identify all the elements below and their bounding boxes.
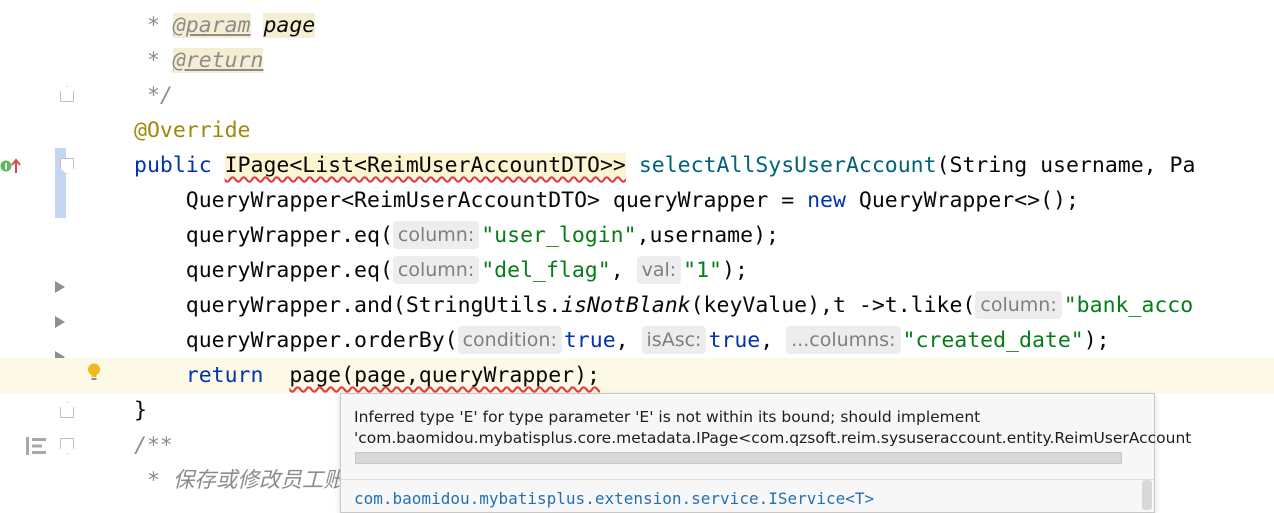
code-token: "del_flag" <box>481 258 611 283</box>
code-token: "bank_acco <box>1063 293 1194 318</box>
code-token: @Override <box>134 118 251 143</box>
code-line[interactable]: public IPage<List<ReimUserAccountDTO>> s… <box>0 148 1274 183</box>
code-token: queryWrapper.eq( <box>134 258 393 283</box>
code-token: isNotBlank <box>561 293 691 318</box>
code-token: IPage<List<ReimUserAccountDTO>> <box>224 153 626 178</box>
tooltip-message-line-1: Inferred type 'E' for type parameter 'E'… <box>354 408 981 426</box>
code-line[interactable]: * @param page <box>0 8 1274 43</box>
code-token: , <box>760 328 787 353</box>
code-token: queryWrapper.orderBy( <box>134 328 458 353</box>
code-token: */ <box>134 83 173 108</box>
code-line[interactable]: queryWrapper.and(StringUtils.isNotBlank(… <box>0 288 1274 323</box>
code-token: @return <box>172 48 264 73</box>
code-token: , <box>610 258 637 283</box>
code-token: page <box>263 13 316 38</box>
code-line-current[interactable]: return page(page,queryWrapper); <box>0 358 1274 393</box>
lightbulb-intention-icon[interactable] <box>87 363 101 381</box>
parameter-name-hint: ...columns: <box>786 326 901 354</box>
code-token: } <box>134 398 147 423</box>
code-token: * <box>134 13 173 38</box>
code-token: (keyValue),t ->t.like( <box>690 293 976 318</box>
parameter-name-hint: condition: <box>457 326 562 354</box>
tooltip-message-line-2: 'com.baomidou.mybatisplus.core.metadata.… <box>354 429 1192 447</box>
code-token: (String username, Pa <box>936 153 1196 178</box>
code-token: ,username); <box>636 223 779 248</box>
code-line[interactable]: queryWrapper.eq(column: "user_login",user… <box>0 218 1274 253</box>
code-token: QueryWrapper<ReimUserAccountDTO> queryWr… <box>134 188 808 213</box>
code-line[interactable]: * @return <box>0 43 1274 78</box>
code-line[interactable]: queryWrapper.eq(column: "del_flag", val: "… <box>0 253 1274 288</box>
tooltip-divider <box>341 479 1154 480</box>
code-token: queryWrapper.and(StringUtils. <box>134 293 562 318</box>
code-token: * 保存或修改员工账 <box>134 468 345 493</box>
tooltip-declaration-link[interactable]: com.baomidou.mybatisplus.extension.servi… <box>354 489 874 508</box>
parameter-name-hint: isAsc: <box>641 326 707 354</box>
code-token: * <box>134 48 173 73</box>
code-token: new <box>807 188 859 213</box>
error-tooltip: Inferred type 'E' for type parameter 'E'… <box>340 393 1191 513</box>
tooltip-vertical-scrollbar[interactable] <box>1142 480 1152 510</box>
code-line[interactable]: @Override <box>0 113 1274 148</box>
code-line[interactable]: queryWrapper.orderBy(condition: true, isA… <box>0 323 1274 358</box>
tooltip-horizontal-scrollbar[interactable] <box>355 452 1122 464</box>
code-line[interactable]: QueryWrapper<ReimUserAccountDTO> queryWr… <box>0 183 1274 218</box>
code-token: "created_date" <box>902 328 1084 353</box>
code-token: page(page,queryWrapper); <box>289 363 601 388</box>
parameter-name-hint: val: <box>636 256 682 284</box>
code-line[interactable]: */ <box>0 78 1274 113</box>
code-token: @param <box>172 13 251 38</box>
parameter-name-hint: column: <box>392 221 480 249</box>
code-token: /** <box>134 433 173 458</box>
code-token: queryWrapper.eq( <box>134 223 393 248</box>
code-token: true <box>708 328 761 353</box>
code-token: true <box>563 328 616 353</box>
code-token: selectAllSysUserAccount <box>638 153 937 178</box>
code-token: return <box>185 363 264 388</box>
code-token: , <box>615 328 642 353</box>
parameter-name-hint: column: <box>392 256 480 284</box>
code-token: QueryWrapper<>(); <box>858 188 1079 213</box>
code-token: ); <box>1083 328 1110 353</box>
code-token: "user_login" <box>481 223 637 248</box>
code-token: "1" <box>683 258 722 283</box>
parameter-name-hint: column: <box>975 291 1062 319</box>
code-token: public <box>134 153 225 178</box>
code-token: ); <box>722 258 748 283</box>
